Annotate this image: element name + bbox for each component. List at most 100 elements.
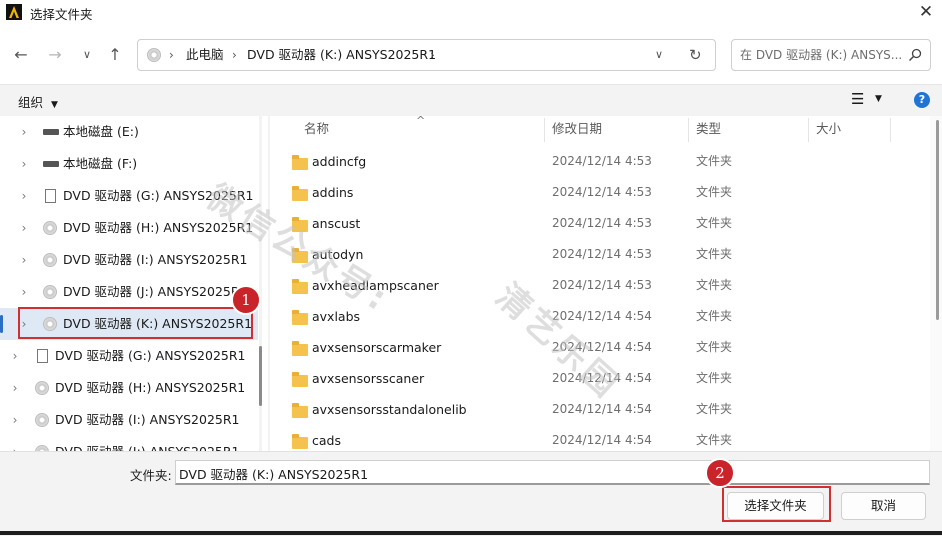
expand-chevron-icon[interactable]: › xyxy=(17,116,31,148)
file-name: cads xyxy=(312,433,341,448)
folder-icon xyxy=(292,310,308,325)
file-date: 2024/12/14 4:53 xyxy=(552,154,652,168)
nav-item-local-disk-e[interactable]: › 本地磁盘 (E:) xyxy=(0,116,258,148)
refresh-icon[interactable]: ↻ xyxy=(689,40,702,70)
nav-item-dvd-g-2[interactable]: › DVD 驱动器 (G:) ANSYS2025R1 xyxy=(0,340,258,372)
file-date: 2024/12/14 4:53 xyxy=(552,185,652,199)
expand-chevron-icon[interactable]: › xyxy=(17,244,31,276)
taskbar-edge xyxy=(0,531,942,535)
view-caret-icon[interactable]: ▼ xyxy=(875,94,882,104)
file-name: avxsensorsscaner xyxy=(312,371,425,386)
highlight-box-1 xyxy=(18,307,253,339)
folder-name-input[interactable]: DVD 驱动器 (K:) ANSYS2025R1 xyxy=(175,460,930,485)
nav-item-label: DVD 驱动器 (I:) ANSYS2025R1 xyxy=(63,252,248,267)
recent-chevron-icon[interactable]: ∨ xyxy=(76,44,98,66)
app-logo-icon xyxy=(6,4,22,20)
search-placeholder: 在 DVD 驱动器 (K:) ANSYS... xyxy=(740,48,903,62)
step-badge-1: 1 xyxy=(231,285,261,315)
expand-chevron-icon[interactable]: › xyxy=(8,372,22,404)
sort-ascending-icon: ^ xyxy=(416,116,426,127)
expand-chevron-icon[interactable]: › xyxy=(17,180,31,212)
drive-icon xyxy=(43,129,59,135)
column-divider[interactable] xyxy=(890,118,891,142)
back-arrow-icon[interactable]: ← xyxy=(10,44,32,66)
nav-item-dvd-i-2[interactable]: › DVD 驱动器 (I:) ANSYS2025R1 xyxy=(0,404,258,436)
nav-item-label: DVD 驱动器 (H:) ANSYS2025R1 xyxy=(55,380,246,395)
nav-item-label: 本地磁盘 (E:) xyxy=(63,124,139,139)
column-header-type[interactable]: 类型 xyxy=(696,116,721,144)
nav-item-label: DVD 驱动器 (I:) ANSYS2025R1 xyxy=(55,412,240,427)
breadcrumb-this-pc[interactable]: 此电脑 xyxy=(186,40,224,70)
folder-icon xyxy=(292,279,308,294)
caret-down-icon: ▼ xyxy=(51,100,58,110)
selection-indicator xyxy=(0,315,3,333)
nav-item-dvd-i[interactable]: › DVD 驱动器 (I:) ANSYS2025R1 xyxy=(0,244,258,276)
file-row[interactable]: anscust 2024/12/14 4:53 文件夹 xyxy=(270,208,930,239)
folder-icon xyxy=(292,372,308,387)
expand-chevron-icon[interactable]: › xyxy=(17,212,31,244)
expand-chevron-icon[interactable]: › xyxy=(8,404,22,436)
nav-scrollbar-thumb[interactable] xyxy=(259,346,262,406)
step-badge-2: 2 xyxy=(705,458,735,488)
file-name: addins xyxy=(312,185,354,200)
file-row[interactable]: addins 2024/12/14 4:53 文件夹 xyxy=(270,177,930,208)
file-name: avxsensorsstandalonelib xyxy=(312,402,467,417)
disc-icon xyxy=(43,253,57,267)
breadcrumb-drive[interactable]: DVD 驱动器 (K:) ANSYS2025R1 xyxy=(247,40,436,70)
breadcrumb-separator-icon: › xyxy=(232,48,237,62)
folder-icon xyxy=(292,186,308,201)
file-date: 2024/12/14 4:53 xyxy=(552,247,652,261)
nav-item-dvd-j[interactable]: › DVD 驱动器 (J:) ANSYS2025R1 xyxy=(0,276,258,308)
column-divider[interactable] xyxy=(808,118,809,142)
expand-chevron-icon[interactable]: › xyxy=(17,276,31,308)
search-box[interactable]: 在 DVD 驱动器 (K:) ANSYS... xyxy=(731,39,931,71)
column-divider[interactable] xyxy=(688,118,689,142)
file-list-scrollbar-thumb[interactable] xyxy=(936,120,939,320)
folder-icon xyxy=(292,434,308,449)
disc-icon xyxy=(43,285,57,299)
close-icon[interactable]: ✕ xyxy=(914,1,938,23)
disc-icon xyxy=(35,413,49,427)
title-bar: 选择文件夹 ✕ xyxy=(0,0,942,26)
nav-item-label: DVD 驱动器 (G:) ANSYS2025R1 xyxy=(55,348,246,363)
column-divider[interactable] xyxy=(544,118,545,142)
disc-icon xyxy=(35,381,49,395)
nav-item-label: 本地磁盘 (F:) xyxy=(63,156,138,171)
folder-icon xyxy=(292,341,308,356)
folder-label: 文件夹: xyxy=(130,468,172,483)
folder-name-value: DVD 驱动器 (K:) ANSYS2025R1 xyxy=(179,467,369,482)
column-header-size[interactable]: 大小 xyxy=(816,116,841,144)
expand-chevron-icon[interactable]: › xyxy=(8,340,22,372)
file-icon xyxy=(45,189,56,203)
address-dropdown-icon[interactable]: ∨ xyxy=(655,40,663,70)
file-type: 文件夹 xyxy=(696,340,733,354)
file-type: 文件夹 xyxy=(696,309,733,323)
navigation-pane: › 本地磁盘 (E:) › 本地磁盘 (F:) › DVD 驱动器 (G:) A… xyxy=(0,116,268,451)
nav-item-dvd-j-2[interactable]: › DVD 驱动器 (J:) ANSYS2025R1 xyxy=(0,436,258,451)
file-date: 2024/12/14 4:53 xyxy=(552,278,652,292)
expand-chevron-icon[interactable]: › xyxy=(17,148,31,180)
help-icon[interactable]: ? xyxy=(914,92,930,108)
file-type: 文件夹 xyxy=(696,247,733,261)
nav-item-local-disk-f[interactable]: › 本地磁盘 (F:) xyxy=(0,148,258,180)
forward-arrow-icon[interactable]: → xyxy=(44,44,66,66)
highlight-box-2 xyxy=(722,486,831,522)
address-bar[interactable]: › 此电脑 › DVD 驱动器 (K:) ANSYS2025R1 › ∨ ↻ xyxy=(137,39,716,71)
organize-menu[interactable]: 组织 ▼ xyxy=(18,92,58,111)
nav-item-label: DVD 驱动器 (J:) ANSYS2025R1 xyxy=(63,284,248,299)
cancel-button[interactable]: 取消 xyxy=(841,492,926,520)
view-options-icon[interactable]: ☰ xyxy=(851,90,864,108)
column-header-date[interactable]: 修改日期 xyxy=(552,116,602,144)
file-row[interactable]: addincfg 2024/12/14 4:53 文件夹 xyxy=(270,146,930,177)
expand-chevron-icon[interactable]: › xyxy=(8,436,22,451)
file-row[interactable]: cads 2024/12/14 4:54 文件夹 xyxy=(270,425,930,451)
column-header-name[interactable]: 名称 xyxy=(304,116,329,144)
file-type: 文件夹 xyxy=(696,154,733,168)
search-icon xyxy=(908,48,922,62)
up-arrow-icon[interactable]: ↑ xyxy=(104,44,126,66)
disc-icon xyxy=(43,221,57,235)
file-name: avxsensorscarmaker xyxy=(312,340,442,355)
disc-icon xyxy=(147,48,161,62)
file-icon xyxy=(37,349,48,363)
nav-item-dvd-h-2[interactable]: › DVD 驱动器 (H:) ANSYS2025R1 xyxy=(0,372,258,404)
